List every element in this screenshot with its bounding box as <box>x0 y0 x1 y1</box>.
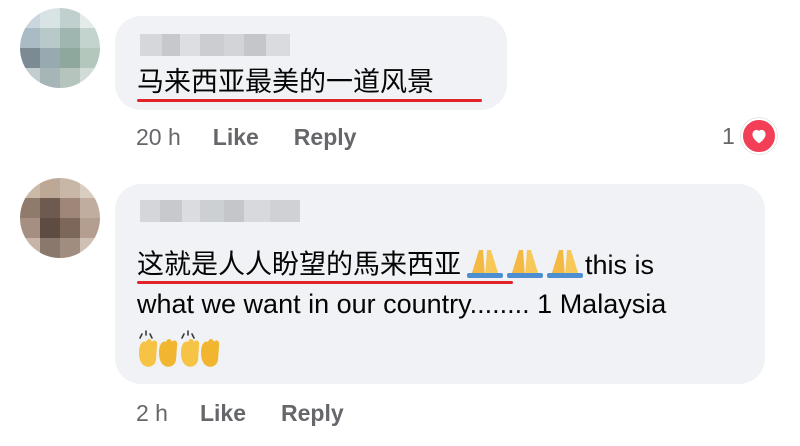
comment-actions: 2 h Like Reply <box>136 400 344 427</box>
red-underline <box>137 99 482 102</box>
reaction-count: 1 <box>722 122 735 149</box>
reaction-summary[interactable]: 1 <box>722 118 777 154</box>
comment-bubble: 这就是人人盼望的馬来西亚 this is what we want in our… <box>115 184 765 384</box>
comment-text-zh: 这就是人人盼望的馬来西亚 <box>137 249 461 280</box>
comment-actions: 20 h Like Reply <box>136 124 356 151</box>
avatar[interactable] <box>20 178 100 258</box>
comment-bubble: 马来西亚最美的一道风景 <box>115 16 507 110</box>
comment-text: 马来西亚最美的一道风景 <box>137 67 434 97</box>
raising-hands-icon <box>137 330 221 379</box>
reply-button[interactable]: Reply <box>281 400 344 427</box>
comment-thread: 马来西亚最美的一道风景 20 h Like Reply 1 这就是人人盼望的馬来… <box>0 0 800 446</box>
red-underline <box>137 281 513 284</box>
like-button[interactable]: Like <box>213 124 259 151</box>
like-button[interactable]: Like <box>200 400 246 427</box>
avatar[interactable] <box>20 8 100 88</box>
comment-timestamp[interactable]: 2 h <box>136 400 168 427</box>
author-name[interactable] <box>140 34 290 56</box>
comment-text-en-2: what we want in our country........ 1 Ma… <box>137 289 667 319</box>
author-name[interactable] <box>140 200 300 222</box>
comment-text-en-1: this is <box>585 249 655 280</box>
heart-icon <box>740 118 777 154</box>
reply-button[interactable]: Reply <box>294 124 357 151</box>
comment-timestamp[interactable]: 20 h <box>136 124 181 151</box>
